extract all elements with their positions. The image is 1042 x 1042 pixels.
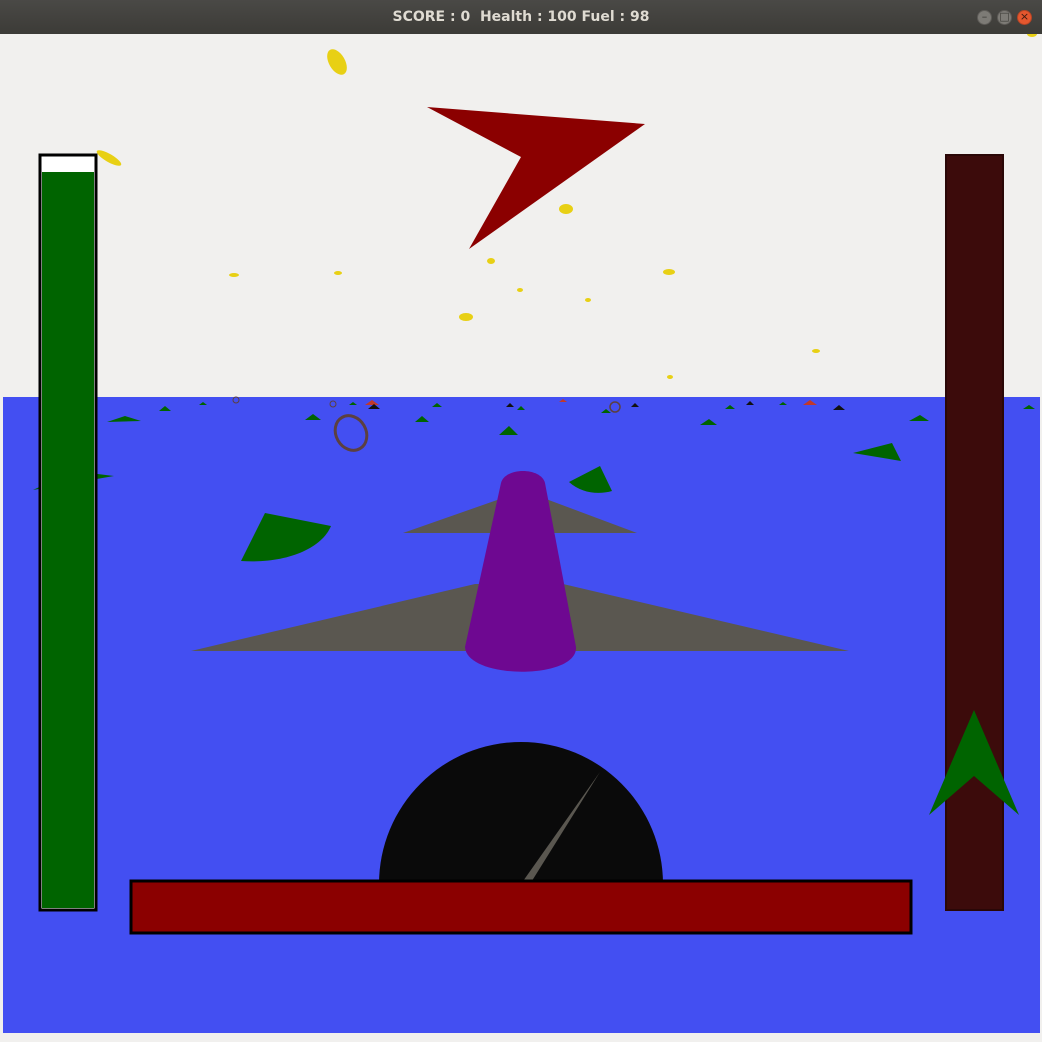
fuel-pickup [812,349,820,353]
fuel-pickup [517,288,523,292]
fuel-bar-fill [42,172,94,908]
game-scene [3,34,1040,1033]
minimize-icon: – [981,10,988,23]
fuel-gauge [38,153,98,912]
fuel-pickup [334,271,342,275]
fuel-pickup [459,313,473,321]
fuel-pickup [229,273,239,277]
game-viewport[interactable] [3,34,1040,1033]
title-bar[interactable]: SCORE : 0 Health : 100 Fuel : 98 – □ × [0,0,1042,34]
altitude-bar [945,154,1004,911]
minimize-button[interactable]: – [977,10,992,25]
fuel-pickup [559,204,573,214]
maximize-icon: □ [999,10,1010,23]
game-window: SCORE : 0 Health : 100 Fuel : 98 – □ × [0,0,1042,1042]
fuel-pickup [667,375,673,379]
fuel-pickup [487,258,495,264]
health-bar [129,879,913,935]
window-title: SCORE : 0 Health : 100 Fuel : 98 [392,9,650,25]
sky [3,34,1040,397]
close-button[interactable]: × [1017,10,1032,25]
close-icon: × [1019,10,1030,23]
fuel-pickup [663,269,675,275]
maximize-button[interactable]: □ [997,10,1012,25]
fuel-pickup [585,298,591,302]
